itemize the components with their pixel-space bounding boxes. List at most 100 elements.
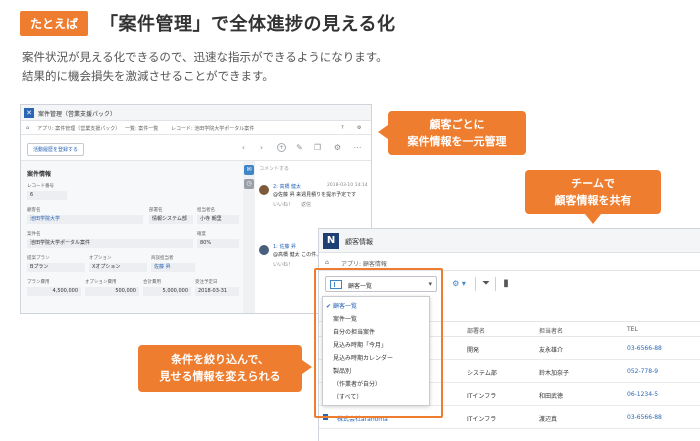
prev-record-icon[interactable]: ‹ [239, 143, 248, 152]
breadcrumb-app[interactable]: アプリ: 案件管理（営業支援パック） [37, 125, 120, 132]
description-line-2: 結果的に機会損失を激減させることができます。 [22, 69, 274, 83]
app-header: N 顧客情報 [319, 229, 700, 253]
breadcrumb: ⌂ アプリ: 案件管理（営業支援パック） 一覧: 案件一覧 レコード: 池田学院… [21, 121, 371, 135]
callout-line: 案件情報を一元管理 [407, 135, 507, 148]
header: たとえば 「案件管理」で全体進捗の見える化 [20, 10, 395, 36]
plan-value: Bプラン [27, 263, 85, 272]
dept-cell: ITインフラ [467, 393, 497, 400]
callout-line: 顧客ごとに [429, 118, 485, 131]
avatar [259, 185, 269, 195]
filter-icon[interactable]: ⏷ [479, 277, 493, 291]
add-icon[interactable]: + [277, 143, 286, 152]
option-fee-label: オプション費用 [85, 280, 117, 285]
callout-line: 条件を絞り込んで、 [170, 353, 269, 366]
example-tag: たとえば [20, 10, 89, 36]
customer-label: 顧客名 [27, 208, 41, 213]
option-fee-value: 500,000 [85, 287, 139, 296]
view-settings-icon[interactable]: ⚙ ▾ [445, 277, 473, 291]
tel-cell[interactable]: 03-6566-88 [627, 414, 662, 421]
side-panel-tabs: ✉ ◷ [243, 161, 255, 313]
column-header[interactable]: TEL [627, 326, 638, 333]
plan-fee-value: 4,500,000 [27, 287, 81, 296]
form-title: 案件情報 [27, 171, 52, 178]
dept-label: 部署名 [149, 208, 163, 213]
record-toolbar: 活動履歴を登録する ‹ › + ✎ ❐ ⚙ ⋯ [21, 135, 371, 161]
dept-cell: ITインフラ [467, 416, 497, 423]
callout-share: チームで 顧客情報を共有 [525, 170, 661, 224]
highlight-frame [314, 268, 443, 418]
owner-label: 担当者名 [197, 208, 215, 213]
help-icon[interactable]: ? [341, 125, 344, 131]
order-date-value: 2018-03-31 [195, 287, 239, 296]
settings-icon[interactable]: ⚙ [357, 125, 361, 131]
sales-rep-label: 商談担当者 [151, 256, 174, 261]
register-activity-button[interactable]: 活動履歴を登録する [27, 143, 85, 156]
plan-fee-label: プラン費用 [27, 280, 50, 285]
dept-value: 情報システム部 [149, 215, 193, 224]
app-title: 顧客情報 [345, 238, 373, 246]
callout-filter: 条件を絞り込んで、 見せる情報を変えられる [138, 345, 312, 392]
toolbar-divider [475, 277, 476, 291]
callout-centralize: 顧客ごとに 案件情報を一元管理 [378, 111, 526, 155]
toolbar-divider [495, 277, 496, 291]
app-logo-icon: N [323, 233, 339, 249]
page-title: 「案件管理」で全体進捗の見える化 [100, 14, 396, 35]
graph-icon[interactable]: ▮ [499, 277, 513, 291]
comment-text: @高橋 健太 この件、 [273, 252, 322, 258]
breadcrumb-list[interactable]: 一覧: 案件一覧 [125, 125, 158, 132]
app-header: ✕ 案件管理（営業支援パック） [21, 105, 371, 121]
tel-cell[interactable]: 052-778-9 [627, 368, 658, 375]
callout-line: 顧客情報を共有 [554, 194, 632, 207]
option-value: Xオプション [89, 263, 147, 272]
description-line-1: 案件状況が見える化できるので、迅速な指示ができるようになります。 [22, 50, 388, 64]
record-no-label: レコード番号 [27, 184, 54, 189]
comment-input[interactable]: コメントする [259, 165, 289, 172]
record-no-value: 6 [27, 191, 67, 200]
copy-icon[interactable]: ❐ [313, 143, 322, 152]
home-icon[interactable]: ⌂ [325, 259, 329, 266]
probability-label: 確度 [197, 232, 206, 237]
app-logo-icon: ✕ [24, 108, 34, 118]
person-cell: 渡辺真 [539, 416, 558, 423]
breadcrumb-app: アプリ: 顧客情報 [341, 261, 387, 268]
tel-cell[interactable]: 03-6566-88 [627, 345, 662, 352]
description: 案件状況が見える化できるので、迅速な指示ができるようになります。 結果的に機会損… [22, 48, 388, 86]
more-icon[interactable]: ⋯ [353, 143, 362, 152]
customer-value[interactable]: 池田学院大学 [27, 215, 143, 224]
owner-value: 小寺 朝里 [197, 215, 239, 224]
person-cell: 鈴木加奈子 [539, 370, 570, 377]
person-cell: 友永雄介 [539, 347, 564, 354]
deal-label: 案件名 [27, 232, 41, 237]
probability-value: 80% [197, 239, 239, 248]
option-label: オプション [89, 256, 112, 261]
breadcrumb-record: レコード: 池田学院大学ポータル案件 [171, 126, 255, 132]
comment-date: 2018-03-10 14:14 [327, 183, 368, 188]
like-link[interactable]: いいね！ [273, 201, 293, 208]
total-label: 合計費用 [143, 280, 161, 285]
order-date-label: 受注予定日 [195, 280, 218, 285]
person-cell: 和田武徳 [539, 393, 564, 400]
comment-text: @佐藤 昇 来週見積りを提示予定です [273, 192, 357, 198]
total-value: 5,000,000 [143, 287, 191, 296]
deal-value: 池田学院大学ポータル案件 [27, 239, 193, 248]
home-icon[interactable]: ⌂ [26, 125, 29, 131]
comment-author[interactable]: 1: 佐藤 昇 [273, 243, 296, 250]
dept-cell: 開発 [467, 347, 480, 354]
record-form: 案件情報 レコード番号 6 顧客名 池田学院大学 部署名 情報システム部 担当者… [21, 161, 243, 313]
sales-rep-value[interactable]: 佐藤 昇 [151, 263, 195, 272]
edit-icon[interactable]: ✎ [295, 143, 304, 152]
app-title: 案件管理（営業支援パック） [38, 111, 117, 118]
history-tab-icon[interactable]: ◷ [244, 179, 254, 189]
comment-tab-icon[interactable]: ✉ [244, 165, 254, 175]
next-record-icon[interactable]: › [257, 143, 266, 152]
tel-cell[interactable]: 06-1234-5 [627, 391, 658, 398]
column-header[interactable]: 担当者名 [539, 326, 563, 335]
plan-label: 提案プラン [27, 256, 50, 261]
reply-link[interactable]: 返信 [301, 201, 311, 208]
comment-author[interactable]: 2: 高橋 健太 [273, 183, 301, 190]
gear-icon[interactable]: ⚙ [333, 143, 342, 152]
callout-line: チームで [571, 177, 615, 190]
column-header[interactable]: 部署名 [467, 326, 485, 335]
like-link[interactable]: いいね！ [273, 261, 293, 268]
avatar [259, 245, 269, 255]
